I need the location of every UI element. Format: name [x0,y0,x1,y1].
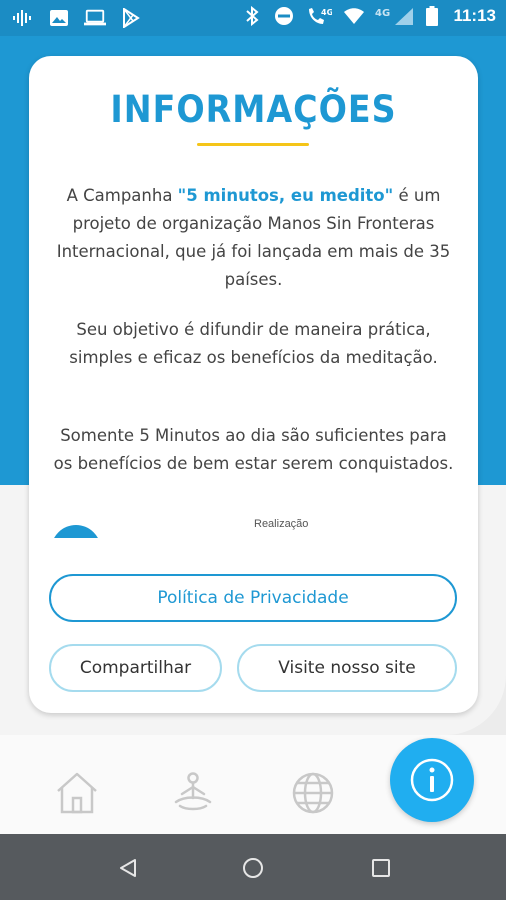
play-store-icon [120,8,142,28]
paragraph-objective: Seu objetivo é difundir de maneira práti… [69,320,438,367]
wifi-icon [343,6,365,26]
status-time: 11:13 [453,6,496,25]
status-bar-notifications [12,8,142,28]
gallery-icon [48,8,70,28]
info-card: INFORMAÇÕES A Campanha "5 minutos, eu me… [29,56,478,713]
sound-icon [12,8,34,28]
visit-site-button[interactable]: Visite nosso site [237,644,457,692]
title-underline [197,143,309,146]
partners-label: Realização [254,518,309,530]
do-not-disturb-icon [273,6,295,26]
privacy-policy-button[interactable]: Política de Privacidade [49,574,457,622]
partner-logo [51,525,101,538]
recents-icon[interactable] [369,856,393,880]
bluetooth-icon [241,6,263,26]
status-bar: 4G 4G 11:13 [0,0,506,36]
home-icon[interactable] [54,770,100,816]
paragraph-campaign-prefix: A Campanha [66,186,178,205]
android-nav-bar [0,834,506,900]
status-bar-system: 4G 4G 11:13 [241,6,496,26]
campaign-name: "5 minutos, eu medito" [177,186,394,205]
share-button[interactable]: Compartilhar [49,644,222,692]
svg-text:4G: 4G [375,8,390,19]
svg-text:4G: 4G [321,8,332,17]
globe-icon[interactable] [290,770,336,816]
meditation-icon[interactable] [170,770,216,816]
paragraph-benefits: Somente 5 Minutos ao dia são suficientes… [53,426,454,473]
paragraph-campaign: A Campanha "5 minutos, eu medito" é um p… [29,182,478,294]
signal-icon: 4G [375,6,415,26]
partners-section: Realização [29,516,478,538]
back-icon[interactable] [116,856,140,880]
info-icon[interactable] [390,738,474,822]
info-scroll-area[interactable]: A Campanha "5 minutos, eu medito" é um p… [29,176,478,538]
battery-icon [425,6,439,26]
page-title: INFORMAÇÕES [110,88,397,131]
laptop-icon [84,8,106,28]
phone-4g-icon: 4G [305,6,333,26]
home-nav-icon[interactable] [241,856,265,880]
